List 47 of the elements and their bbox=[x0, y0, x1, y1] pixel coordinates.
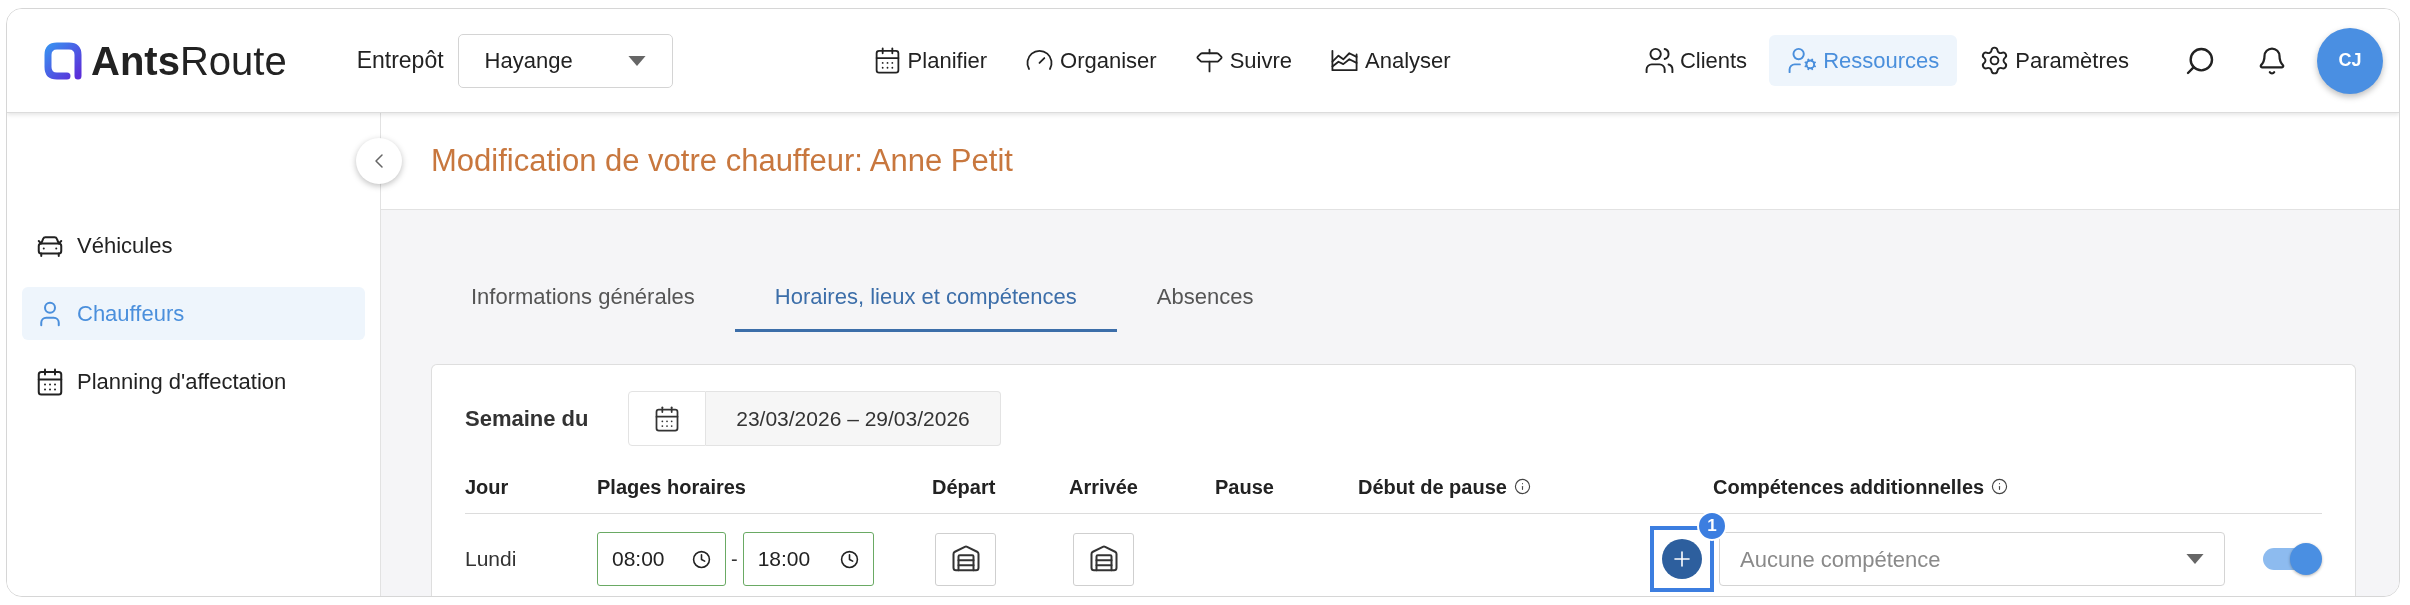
users-icon bbox=[1643, 45, 1675, 76]
signpost-icon bbox=[1194, 46, 1224, 75]
warehouse-select[interactable]: Hayange bbox=[457, 33, 673, 88]
caret-down-icon bbox=[627, 55, 646, 66]
end-time-field[interactable]: 18:00 bbox=[742, 532, 874, 586]
nav-link[interactable]: Planifier bbox=[872, 35, 988, 86]
calendar-icon bbox=[35, 366, 65, 397]
column-header: Arrivée bbox=[1069, 474, 1138, 500]
clock-icon bbox=[692, 549, 711, 569]
warehouse-label: Entrepôt bbox=[356, 46, 444, 76]
range-separator: - bbox=[731, 547, 738, 572]
departure-location-button[interactable] bbox=[935, 532, 996, 586]
tab[interactable]: Absences bbox=[1116, 263, 1294, 332]
arrival-location-button[interactable] bbox=[1073, 532, 1134, 586]
tab[interactable]: Informations générales bbox=[431, 263, 735, 332]
nav-link[interactable]: Suivre bbox=[1194, 35, 1293, 86]
garage-icon bbox=[1088, 544, 1119, 574]
sidebar-item[interactable]: Véhicules bbox=[22, 219, 365, 272]
logo-icon bbox=[43, 40, 83, 81]
caret-down-icon bbox=[2186, 554, 2204, 564]
start-time-field[interactable]: 08:00 bbox=[597, 532, 726, 586]
nav-link[interactable]: Analyser bbox=[1330, 35, 1451, 86]
week-label: Semaine du bbox=[465, 405, 590, 433]
calendar-icon bbox=[653, 404, 681, 433]
tab[interactable]: Horaires, lieux et compétences bbox=[734, 263, 1117, 332]
column-header: Plages horaires bbox=[597, 474, 746, 500]
page-title: Modification de votre chauffeur: Anne Petit bbox=[431, 141, 1013, 180]
column-header: Compétences additionnelles bbox=[1713, 474, 1985, 500]
day-cell-text: Lundi bbox=[465, 546, 518, 573]
bell-icon bbox=[2257, 45, 2287, 76]
calendar-button[interactable] bbox=[628, 391, 706, 446]
nav-link[interactable]: Organiser bbox=[1025, 35, 1157, 86]
logo-text: AntsRoute bbox=[91, 40, 287, 81]
sidebar-item[interactable]: Planning d'affectation bbox=[22, 355, 365, 408]
date-range-field[interactable]: 23/03/2026 – 29/03/2026 bbox=[706, 391, 1001, 446]
nav-link[interactable]: Clients bbox=[1625, 35, 1766, 86]
garage-icon bbox=[950, 544, 981, 574]
column-header: Pause bbox=[1215, 474, 1274, 500]
toggle-switch[interactable] bbox=[2263, 543, 2322, 575]
clock-icon bbox=[839, 549, 859, 569]
column-header: Début de pause bbox=[1358, 474, 1507, 500]
step-badge: 1 bbox=[1697, 511, 1727, 541]
nav-link[interactable]: Paramètres bbox=[1961, 35, 2147, 86]
add-skill-button[interactable] bbox=[1662, 539, 1702, 579]
column-header: Jour bbox=[465, 474, 509, 500]
column-header: Départ bbox=[932, 474, 996, 500]
user-gear-icon bbox=[1787, 45, 1819, 76]
